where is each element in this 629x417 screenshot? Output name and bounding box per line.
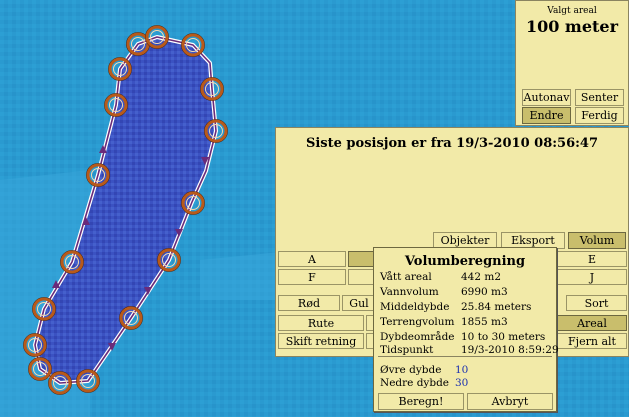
button-rute[interactable]: Rute bbox=[278, 315, 364, 331]
timestamp-label: Tidspunkt bbox=[380, 344, 434, 356]
selected-area-panel: Valgt areal 100 meter Autonav Senter End… bbox=[515, 0, 629, 126]
cancel-button[interactable]: Avbryt bbox=[467, 393, 553, 410]
button-a[interactable]: A bbox=[278, 251, 346, 267]
button-fjern-alt[interactable]: Fjern alt bbox=[557, 333, 627, 349]
button-g[interactable] bbox=[348, 269, 376, 285]
water-volume-value: 6990 m3 bbox=[461, 286, 508, 298]
button-f[interactable]: F bbox=[278, 269, 346, 285]
mean-depth-label: Middeldybde bbox=[380, 301, 450, 313]
upper-depth-input[interactable]: 10 bbox=[455, 364, 468, 376]
selected-area-value: 100 meter bbox=[525, 17, 619, 36]
lower-depth-input[interactable]: 30 bbox=[455, 377, 468, 389]
ferdig-button[interactable]: Ferdig bbox=[575, 107, 624, 124]
volume-dialog-divider bbox=[378, 356, 552, 357]
button-areal[interactable]: Areal bbox=[557, 315, 627, 331]
position-title: Siste posisjon er fra 19/3-2010 08:56:47 bbox=[305, 136, 599, 151]
volume-dialog: Volumberegning Vått areal 442 m2 Vannvol… bbox=[373, 247, 559, 412]
water-volume-label: Vannvolum bbox=[380, 286, 439, 298]
wet-area-label: Vått areal bbox=[380, 271, 432, 283]
terrain-volume-value: 1855 m3 bbox=[461, 316, 508, 328]
calculate-button[interactable]: Beregn! bbox=[378, 393, 464, 410]
timestamp-value: 19/3-2010 8:59:29 bbox=[461, 344, 559, 356]
tab-volum[interactable]: Volum bbox=[568, 232, 626, 249]
volume-dialog-title: Volumberegning bbox=[404, 254, 526, 269]
endre-button[interactable]: Endre bbox=[522, 107, 571, 124]
depth-range-label: Dybdeområde bbox=[380, 331, 455, 343]
depth-range-value: 10 to 30 meters bbox=[461, 331, 546, 343]
selected-area-caption: Valgt areal bbox=[547, 6, 597, 16]
autonav-button[interactable]: Autonav bbox=[522, 89, 571, 106]
button-gul[interactable]: Gul bbox=[342, 295, 376, 311]
button-e[interactable]: E bbox=[557, 251, 627, 267]
button-skift-retning[interactable]: Skift retning bbox=[278, 333, 364, 349]
mean-depth-value: 25.84 meters bbox=[461, 301, 532, 313]
button-j[interactable]: J bbox=[557, 269, 627, 285]
button-rod[interactable]: Rød bbox=[278, 295, 340, 311]
upper-depth-label: Øvre dybde bbox=[380, 364, 442, 376]
terrain-volume-label: Terrengvolum bbox=[380, 316, 455, 328]
lower-depth-label: Nedre dybde bbox=[380, 377, 450, 389]
wet-area-value: 442 m2 bbox=[461, 271, 502, 283]
senter-button[interactable]: Senter bbox=[575, 89, 624, 106]
button-color-selected[interactable] bbox=[348, 251, 376, 267]
button-sort[interactable]: Sort bbox=[566, 295, 627, 311]
